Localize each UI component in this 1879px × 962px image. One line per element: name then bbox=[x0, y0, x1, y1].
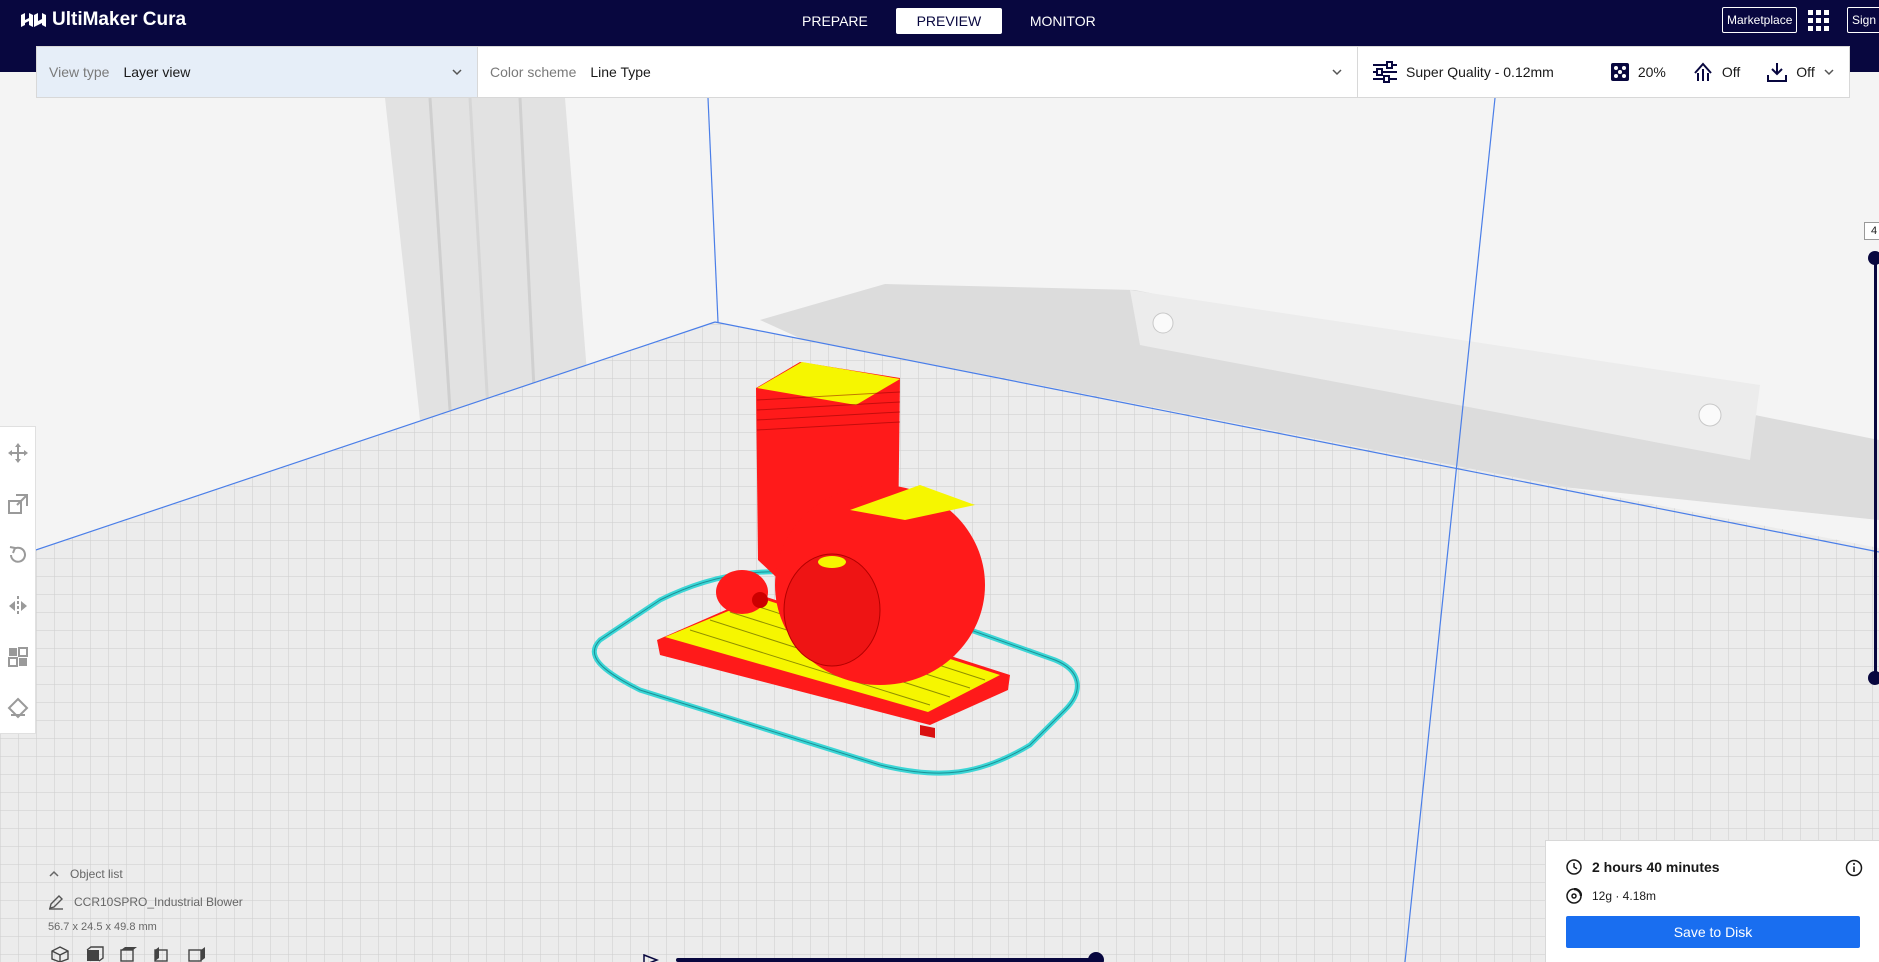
chevron-down-icon bbox=[452, 69, 462, 76]
object-name: CCR10SPRO_Industrial Blower bbox=[74, 895, 243, 909]
sign-in-button[interactable]: Sign in bbox=[1847, 7, 1879, 33]
printer-frame bbox=[385, 98, 590, 420]
path-slider-track[interactable] bbox=[676, 958, 1096, 962]
adhesion-value: Off bbox=[1796, 64, 1815, 80]
play-icon[interactable] bbox=[643, 954, 659, 962]
apps-grid-icon[interactable] bbox=[1808, 10, 1830, 32]
tab-preview[interactable]: PREVIEW bbox=[895, 8, 1002, 34]
material-usage: 12g · 4.18m bbox=[1592, 889, 1657, 903]
profile-group: Super Quality - 0.12mm bbox=[1372, 61, 1554, 83]
layer-slider-top-handle[interactable] bbox=[1868, 251, 1879, 265]
move-tool[interactable] bbox=[0, 427, 36, 478]
tab-monitor[interactable]: MONITOR bbox=[1008, 8, 1118, 34]
stage-tabs: PREPARE PREVIEW MONITOR bbox=[780, 8, 1118, 34]
path-slider-handle[interactable] bbox=[1088, 952, 1104, 962]
clock-icon bbox=[1566, 859, 1582, 875]
rotate-tool[interactable] bbox=[0, 529, 36, 580]
adhesion-group: Off bbox=[1766, 61, 1815, 83]
spool-icon bbox=[1566, 888, 1582, 904]
rotate-icon bbox=[9, 545, 26, 563]
front-view-icon[interactable] bbox=[84, 946, 104, 962]
right-view-icon[interactable] bbox=[186, 946, 206, 962]
per-model-settings-icon bbox=[8, 646, 28, 667]
save-to-disk-button[interactable]: Save to Disk bbox=[1566, 916, 1860, 948]
build-plate-scene bbox=[0, 72, 1879, 962]
print-summary-panel: 2 hours 40 minutes 12g · 4.18m Save to D… bbox=[1545, 840, 1879, 962]
support-blocker-icon bbox=[7, 697, 29, 718]
marketplace-button[interactable]: Marketplace bbox=[1722, 7, 1798, 33]
print-time-row: 2 hours 40 minutes bbox=[1566, 859, 1720, 875]
object-list-panel: Object list CCR10SPRO_Industrial Blower … bbox=[48, 860, 243, 938]
app-title: UltiMaker Cura bbox=[52, 9, 187, 30]
profile-label: Super Quality - 0.12mm bbox=[1406, 64, 1554, 80]
layer-slider-bottom-handle[interactable] bbox=[1868, 671, 1879, 685]
scale-tool[interactable] bbox=[0, 478, 36, 529]
move-icon bbox=[8, 442, 28, 463]
chevron-down-icon bbox=[1824, 69, 1834, 76]
view-type-value: Layer view bbox=[123, 64, 191, 80]
mirror-icon bbox=[9, 595, 27, 616]
print-settings-button[interactable]: Super Quality - 0.12mm 20% Off Off bbox=[1358, 47, 1849, 97]
left-view-icon[interactable] bbox=[152, 946, 172, 962]
support-icon bbox=[1694, 62, 1712, 81]
chevron-up-icon bbox=[49, 870, 59, 877]
info-icon[interactable] bbox=[1845, 859, 1863, 877]
color-scheme-value: Line Type bbox=[590, 64, 651, 80]
layer-slider-track[interactable] bbox=[1874, 258, 1877, 678]
infill-value: 20% bbox=[1637, 64, 1666, 80]
ultimaker-logo-icon bbox=[21, 13, 46, 27]
pencil-icon bbox=[49, 895, 63, 910]
support-value: Off bbox=[1721, 64, 1741, 80]
layer-number-label[interactable]: 4 bbox=[1864, 222, 1879, 240]
view-type-dropdown[interactable]: View type Layer view bbox=[37, 47, 478, 97]
print-time: 2 hours 40 minutes bbox=[1592, 859, 1720, 875]
3d-viewport[interactable]: 4 bbox=[0, 72, 1879, 962]
color-scheme-dropdown[interactable]: Color scheme Line Type bbox=[478, 47, 1358, 97]
view-type-label: View type bbox=[49, 64, 110, 80]
infill-icon bbox=[1610, 63, 1629, 81]
infill-group: 20% bbox=[1610, 62, 1666, 82]
color-scheme-label: Color scheme bbox=[490, 64, 577, 80]
material-usage-row: 12g · 4.18m bbox=[1566, 888, 1656, 904]
tool-panel bbox=[0, 426, 36, 734]
sliders-icon bbox=[1373, 61, 1397, 83]
chevron-down-icon bbox=[1332, 69, 1342, 76]
scale-icon bbox=[8, 493, 28, 514]
settings-toolbar: View type Layer view Color scheme Line T… bbox=[36, 46, 1850, 98]
per-model-settings-tool[interactable] bbox=[0, 631, 36, 682]
3d-view-icon[interactable] bbox=[50, 946, 70, 962]
support-blocker-tool[interactable] bbox=[0, 682, 36, 733]
support-group: Off bbox=[1692, 61, 1740, 83]
mirror-tool[interactable] bbox=[0, 580, 36, 631]
top-view-icon[interactable] bbox=[118, 946, 138, 962]
app-logo: UltiMaker Cura bbox=[20, 8, 186, 32]
object-name-row[interactable]: CCR10SPRO_Industrial Blower bbox=[48, 888, 243, 916]
camera-view-buttons bbox=[50, 946, 206, 962]
adhesion-icon bbox=[1767, 63, 1788, 82]
object-dimensions: 56.7 x 24.5 x 49.8 mm bbox=[48, 921, 157, 933]
object-list-toggle[interactable]: Object list bbox=[48, 860, 243, 888]
tab-prepare[interactable]: PREPARE bbox=[780, 8, 890, 34]
object-list-title: Object list bbox=[70, 867, 123, 881]
